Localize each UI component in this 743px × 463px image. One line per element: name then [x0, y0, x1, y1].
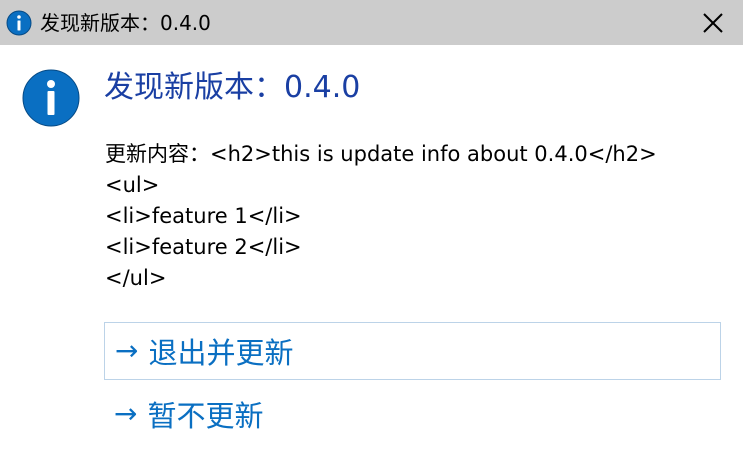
close-icon [703, 12, 723, 33]
quit-and-update-button[interactable]: → 退出并更新 [104, 322, 721, 380]
dialog-heading: 发现新版本：0.4.0 [104, 70, 361, 105]
arrow-right-icon: → [115, 334, 139, 367]
content-line: 更新内容：<h2>this is update info about 0.4.0… [105, 142, 657, 166]
title-bar: 发现新版本：0.4.0 [0, 0, 743, 45]
update-content: 更新内容：<h2>this is update info about 0.4.0… [105, 139, 657, 294]
content-line: <li>feature 1</li> [105, 204, 302, 228]
content-line: <ul> [105, 173, 160, 197]
content-line: <li>feature 2</li> [105, 235, 302, 259]
info-icon [22, 69, 80, 127]
info-icon [6, 10, 32, 36]
close-button[interactable] [683, 0, 743, 45]
quit-and-update-label: 退出并更新 [148, 336, 294, 370]
arrow-right-icon: → [114, 397, 138, 430]
update-dialog-window: 发现新版本：0.4.0 发现新版本：0.4.0 更新内容：<h2>this is… [0, 0, 743, 463]
content-line: </ul> [105, 266, 167, 290]
skip-update-label: 暂不更新 [147, 399, 264, 433]
window-title: 发现新版本：0.4.0 [40, 11, 211, 35]
skip-update-button[interactable]: → 暂不更新 [104, 385, 721, 443]
